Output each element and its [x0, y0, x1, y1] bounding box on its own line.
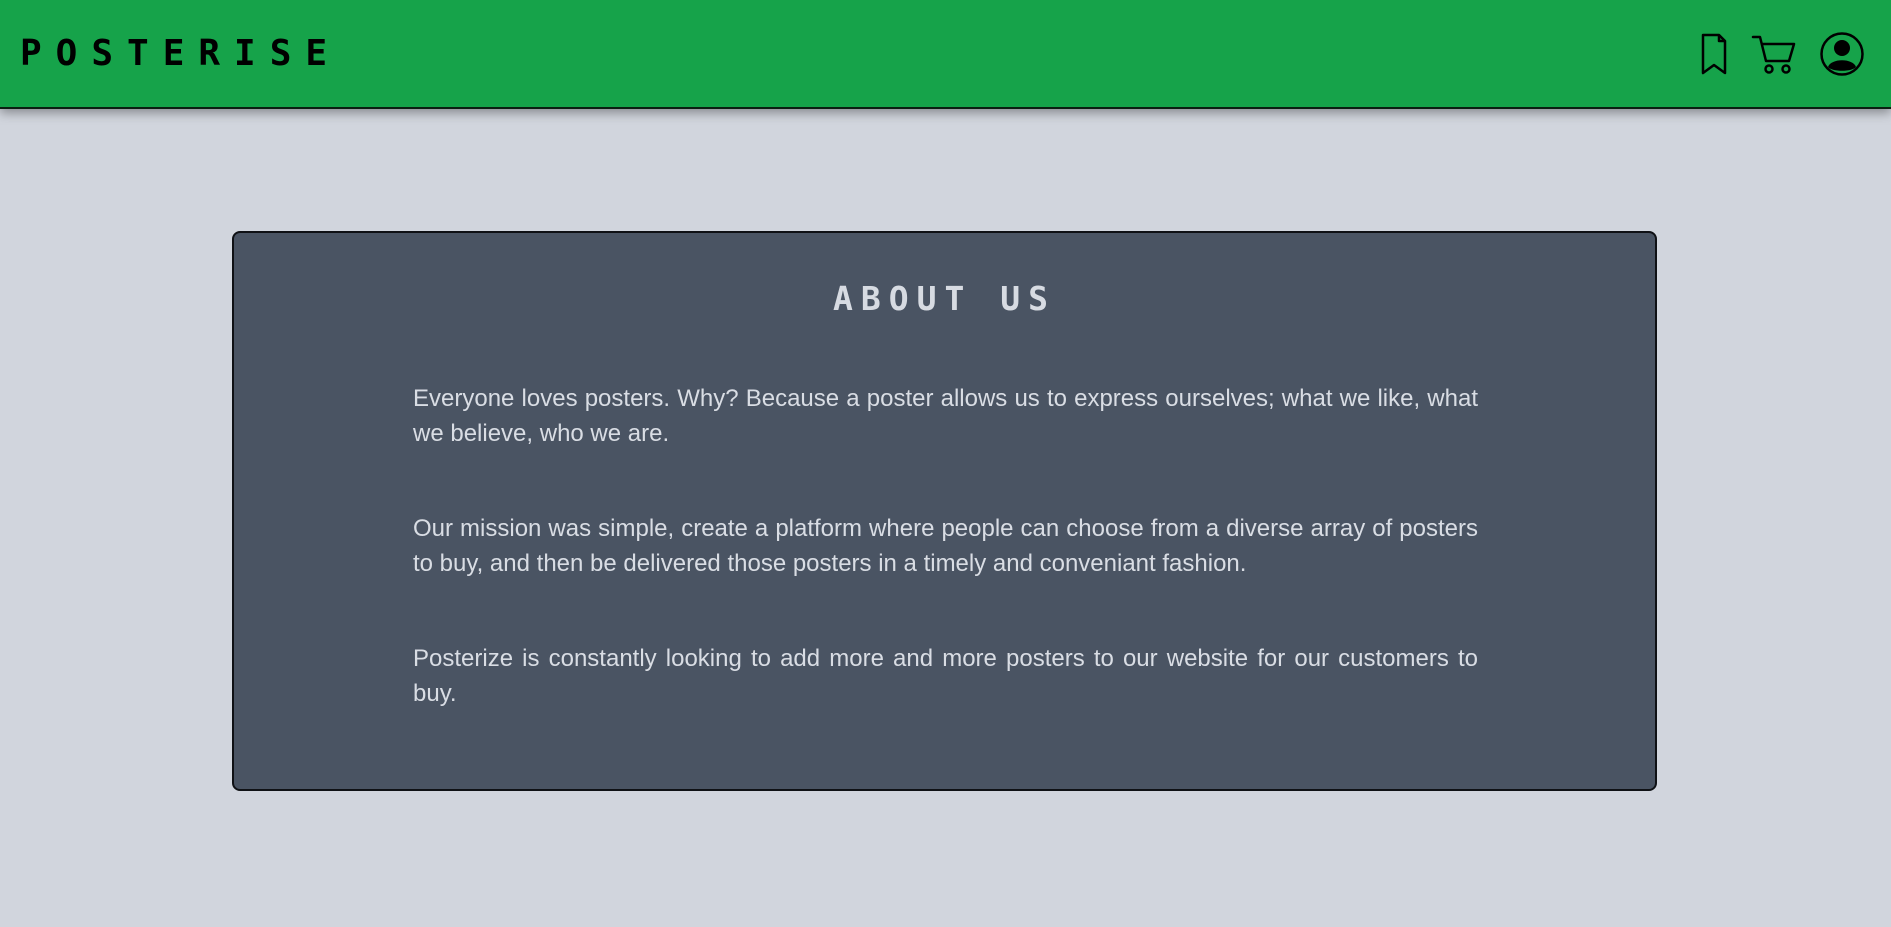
about-us-card: ABOUT US Everyone loves posters. Why? Be…	[232, 231, 1657, 791]
about-paragraph: Our mission was simple, create a platfor…	[413, 515, 1478, 577]
about-paragraph: Posterize is constantly looking to add m…	[413, 645, 1478, 707]
bookmark-icon[interactable]	[1699, 32, 1729, 76]
top-navbar: POSTERISE	[0, 0, 1891, 109]
user-icon[interactable]	[1819, 31, 1865, 77]
about-paragraph: Everyone loves posters. Why? Because a p…	[413, 385, 1478, 447]
about-title: ABOUT US	[833, 279, 1056, 318]
cart-icon[interactable]	[1751, 33, 1797, 75]
navbar-icons	[1699, 31, 1865, 77]
about-body: Everyone loves posters. Why? Because a p…	[413, 381, 1478, 771]
brand-logo[interactable]: POSTERISE	[20, 33, 341, 74]
